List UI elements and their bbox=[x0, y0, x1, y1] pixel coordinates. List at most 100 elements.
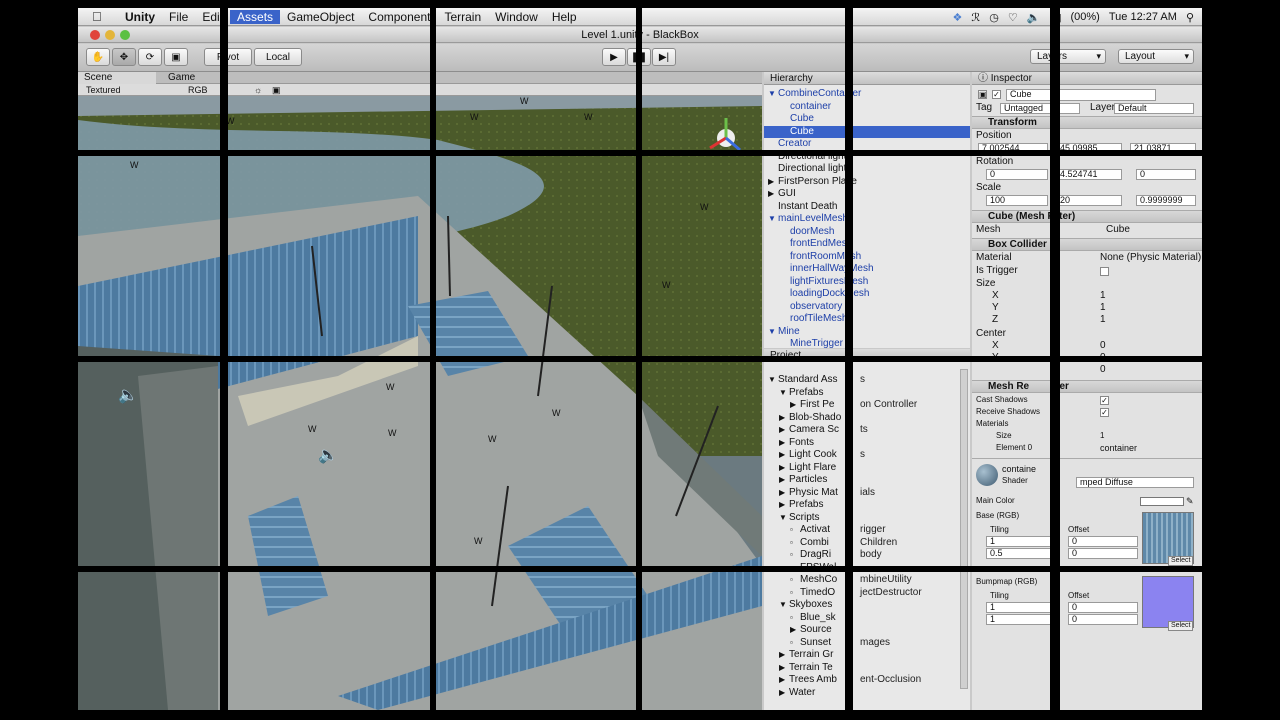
expand-arrow-icon[interactable]: ▶ bbox=[779, 412, 789, 425]
collapse-arrow-icon[interactable]: ▶ bbox=[768, 188, 778, 201]
clock[interactable]: Tue 12:27 AM bbox=[1109, 11, 1177, 23]
close-icon[interactable] bbox=[90, 30, 100, 40]
project-file-item[interactable]: ts bbox=[860, 424, 872, 437]
bump-tiling-x-field[interactable]: 1 bbox=[986, 602, 1056, 613]
render-mode-dropdown[interactable]: Textured bbox=[86, 84, 121, 96]
rotation-z-field[interactable]: 0 bbox=[1136, 169, 1196, 180]
scene-viewport[interactable]: W W W W W W W W W W W W W 🔈 🔈 bbox=[78, 96, 762, 710]
bumpmap-select-button[interactable]: Select bbox=[1168, 621, 1194, 631]
local-button[interactable]: Local bbox=[254, 48, 302, 66]
tab-scene[interactable]: Scene bbox=[78, 72, 156, 84]
hierarchy-item[interactable]: roofTileMesh bbox=[764, 313, 970, 326]
expand-arrow-icon[interactable]: ▶ bbox=[790, 624, 800, 637]
tag-dropdown[interactable]: Untagged bbox=[1000, 103, 1080, 114]
expand-arrow-icon[interactable]: ▼ bbox=[768, 213, 778, 226]
project-file-item[interactable]: s bbox=[860, 374, 869, 387]
size-x[interactable]: 1 bbox=[1100, 290, 1106, 302]
expand-arrow-icon[interactable]: ▶ bbox=[779, 662, 789, 675]
project-file-item[interactable]: s bbox=[860, 449, 869, 462]
menu-gameobject[interactable]: GameObject bbox=[280, 10, 361, 24]
mesh-value[interactable]: Cube bbox=[1106, 224, 1130, 236]
menu-terrain[interactable]: Terrain bbox=[437, 10, 488, 24]
hierarchy-item[interactable]: observatory bbox=[764, 301, 970, 314]
expand-arrow-icon[interactable]: ▼ bbox=[779, 599, 789, 612]
hierarchy-item[interactable]: ▶ GUI bbox=[764, 188, 970, 201]
box-collider-header[interactable]: Box Collider bbox=[972, 238, 1202, 251]
hierarchy-item[interactable]: ▼ Mine bbox=[764, 326, 970, 339]
offset-x-field[interactable]: 0 bbox=[1068, 536, 1138, 547]
layout-dropdown[interactable]: Layout bbox=[1118, 49, 1194, 64]
menu-component[interactable]: Component bbox=[361, 10, 437, 24]
cast-shadows-checkbox[interactable]: ✓ bbox=[1100, 396, 1109, 405]
hierarchy-item[interactable]: lightFixturesMesh bbox=[764, 276, 970, 289]
expand-arrow-icon[interactable]: ▶ bbox=[779, 474, 789, 487]
physic-material-value[interactable]: None (Physic Material) bbox=[1100, 252, 1201, 264]
expand-arrow-icon[interactable]: ▼ bbox=[779, 512, 789, 525]
is-trigger-checkbox[interactable] bbox=[1100, 267, 1109, 276]
wifi-icon[interactable]: ♡ bbox=[1008, 11, 1018, 24]
rotation-x-field[interactable]: 0 bbox=[986, 169, 1048, 180]
base-texture-select-button[interactable]: Select bbox=[1168, 556, 1194, 566]
step-button[interactable]: ▶| bbox=[652, 48, 676, 66]
expand-arrow-icon[interactable]: ▶ bbox=[790, 399, 800, 412]
expand-arrow-icon[interactable]: ▶ bbox=[779, 674, 789, 687]
expand-arrow-icon[interactable]: ▶ bbox=[779, 649, 789, 662]
lighting-icon[interactable]: ☼ bbox=[254, 84, 262, 96]
project-file-item[interactable]: Children bbox=[860, 537, 901, 550]
eyedropper-icon[interactable]: ✎ bbox=[1186, 495, 1194, 507]
expand-arrow-icon[interactable]: ▶ bbox=[779, 487, 789, 500]
element-0-value[interactable]: container bbox=[1100, 442, 1137, 454]
bluetooth-icon[interactable]: ℛ bbox=[971, 11, 980, 24]
rotation-y-field[interactable]: 4.524741 bbox=[1056, 169, 1122, 180]
mesh-filter-header[interactable]: Cube (Mesh Filter) bbox=[972, 210, 1202, 223]
project-file-item[interactable]: ials bbox=[860, 487, 879, 500]
expand-arrow-icon[interactable]: ▶ bbox=[779, 462, 789, 475]
hierarchy-item[interactable]: frontRoomMesh bbox=[764, 251, 970, 264]
hierarchy-item[interactable]: ▶ FirstPerson Playe bbox=[764, 176, 970, 189]
expand-arrow-icon[interactable]: ▼ bbox=[768, 374, 778, 387]
expand-arrow-icon[interactable]: ▼ bbox=[768, 88, 778, 101]
object-name-field[interactable]: Cube bbox=[1006, 89, 1156, 101]
volume-icon[interactable]: 🔈 bbox=[1027, 11, 1041, 24]
project-file-item[interactable]: body bbox=[860, 549, 886, 562]
menu-help[interactable]: Help bbox=[545, 10, 584, 24]
zoom-icon[interactable] bbox=[120, 30, 130, 40]
project-file-item[interactable]: rigger bbox=[860, 524, 890, 537]
menu-window[interactable]: Window bbox=[488, 10, 545, 24]
hierarchy-item[interactable]: Cube bbox=[764, 113, 970, 126]
time-machine-icon[interactable]: ◷ bbox=[989, 11, 999, 24]
hierarchy-item[interactable]: Directional light bbox=[764, 163, 970, 176]
hierarchy-item[interactable]: ▼ mainLevelMesh bbox=[764, 213, 970, 226]
image-icon[interactable]: ▣ bbox=[272, 84, 281, 96]
layers-dropdown[interactable]: Layers bbox=[1030, 49, 1106, 64]
bump-offset-x-field[interactable]: 0 bbox=[1068, 602, 1138, 613]
hierarchy-item[interactable]: ▼ CombineContainer bbox=[764, 88, 970, 101]
tiling-x-field[interactable]: 1 bbox=[986, 536, 1056, 547]
menu-file[interactable]: File bbox=[162, 10, 195, 24]
center-x[interactable]: 0 bbox=[1100, 340, 1106, 352]
hierarchy-item[interactable]: container bbox=[764, 101, 970, 114]
expand-arrow-icon[interactable]: ▼ bbox=[768, 326, 778, 339]
hierarchy-item[interactable]: Cube bbox=[764, 125, 970, 138]
expand-arrow-icon[interactable]: ▼ bbox=[779, 387, 789, 400]
scale-y-field[interactable]: 20 bbox=[1056, 195, 1122, 206]
bump-tiling-y-field[interactable]: 1 bbox=[986, 614, 1056, 625]
scale-z-field[interactable]: 0.9999999 bbox=[1136, 195, 1196, 206]
dropbox-icon[interactable]: ❖ bbox=[953, 11, 963, 24]
tiling-y-field[interactable]: 0.5 bbox=[986, 548, 1056, 559]
move-tool-button[interactable]: ✥ bbox=[112, 48, 136, 66]
hierarchy-item[interactable]: Creator bbox=[764, 138, 970, 151]
color-mode-dropdown[interactable]: RGB bbox=[188, 84, 208, 96]
project-file-item[interactable]: mbineUtility bbox=[860, 574, 916, 587]
scale-x-field[interactable]: 100 bbox=[986, 195, 1048, 206]
expand-arrow-icon[interactable]: ▶ bbox=[779, 499, 789, 512]
scale-tool-button[interactable]: ▣ bbox=[164, 48, 188, 66]
play-button[interactable]: ▶ bbox=[602, 48, 626, 66]
hierarchy-item[interactable]: frontEndMesh bbox=[764, 238, 970, 251]
offset-y-field[interactable]: 0 bbox=[1068, 548, 1138, 559]
expand-arrow-icon[interactable]: ▶ bbox=[779, 437, 789, 450]
materials-size[interactable]: 1 bbox=[1100, 430, 1104, 442]
menu-assets[interactable]: Assets bbox=[230, 9, 281, 24]
shader-dropdown[interactable]: mped Diffuse bbox=[1076, 477, 1194, 488]
spotlight-icon[interactable]: ⚲ bbox=[1186, 11, 1194, 24]
